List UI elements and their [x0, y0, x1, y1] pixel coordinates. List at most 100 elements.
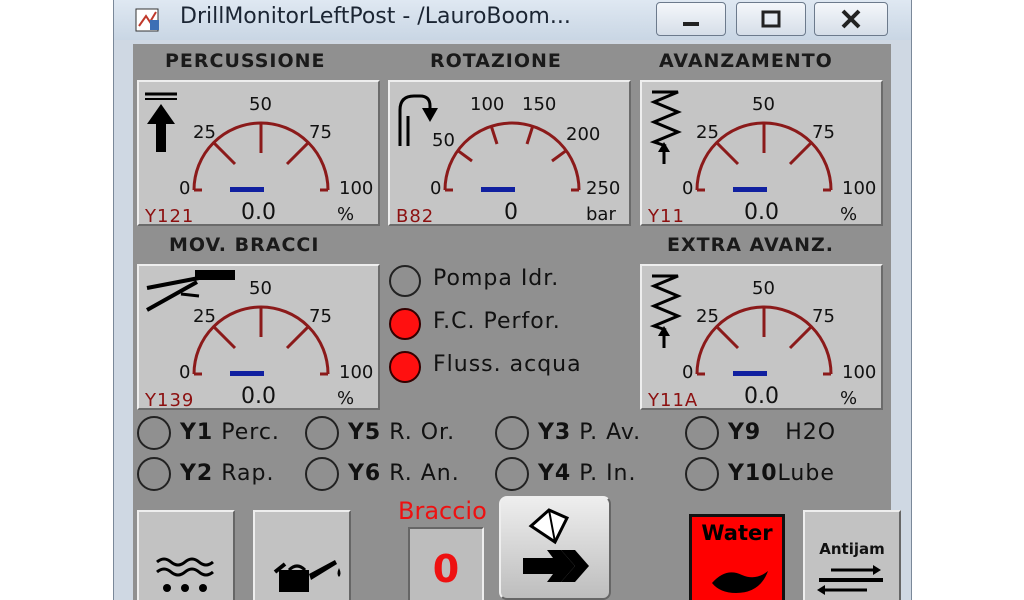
lubrication-button[interactable]	[253, 510, 351, 600]
braccio-display: 0	[408, 527, 484, 600]
percussione-tick-50: 50	[249, 94, 272, 115]
output-y4-label: P. In.	[571, 461, 637, 486]
extra-avanz-tick-0: 0	[682, 362, 694, 383]
extra-avanz-code: Y11A	[648, 390, 699, 411]
arrow-up-icon	[145, 92, 177, 152]
avanzamento-gauge: 0 25 50 75 100 Y11 0.0 %	[640, 80, 883, 227]
rotazione-tick-200: 200	[566, 124, 601, 145]
rotazione-title: ROTAZIONE	[430, 50, 562, 72]
restore-button[interactable]	[736, 2, 806, 36]
braccio-value: 0	[432, 547, 460, 591]
spring-feed-icon	[649, 90, 682, 164]
output-y9-code: Y9	[728, 420, 762, 445]
avanzamento-value: 0.0	[744, 200, 779, 225]
title-bar[interactable]: DrillMonitorLeftPost - /LauroBoom...	[114, 0, 911, 40]
output-y4-code: Y4	[538, 461, 572, 486]
output-y6-label: R. An.	[381, 461, 460, 486]
extra-avanz-value: 0.0	[744, 384, 779, 409]
oil-can-icon	[273, 560, 341, 592]
app-window: DrillMonitorLeftPost - /LauroBoom... PER…	[113, 0, 912, 600]
mov-bracci-title: MOV. BRACCI	[169, 234, 320, 256]
avanzamento-tick-50: 50	[752, 94, 775, 115]
avanzamento-unit: %	[840, 204, 858, 225]
percussione-tick-100: 100	[339, 178, 374, 199]
avanzamento-code: Y11	[648, 206, 685, 227]
output-y9-label: H2O	[761, 420, 837, 445]
percussione-code: Y121	[145, 206, 195, 227]
percussione-tick-0: 0	[179, 178, 191, 199]
restore-icon	[761, 10, 781, 28]
mov-bracci-code: Y139	[145, 390, 195, 411]
fc-perfor-led	[389, 308, 421, 340]
manual-button[interactable]	[499, 496, 611, 600]
output-y6-radio[interactable]	[305, 457, 339, 491]
mov-bracci-value: 0.0	[241, 384, 276, 409]
rotazione-value: 0	[504, 200, 518, 225]
water-button[interactable]: Water	[689, 514, 785, 600]
pompa-idr-label: Pompa Idr.	[433, 266, 560, 291]
avanzamento-tick-100: 100	[842, 178, 877, 199]
close-icon	[841, 9, 861, 29]
rotazione-tick-100: 100	[470, 94, 505, 115]
mov-bracci-tick-100: 100	[339, 362, 374, 383]
rotazione-gauge: 0 50 100 150 200 250 B82 0 bar	[388, 80, 631, 227]
mov-bracci-unit: %	[337, 388, 355, 409]
output-y6-code: Y6	[348, 461, 382, 486]
output-y1-code: Y1	[180, 420, 214, 445]
percussione-tick-75: 75	[309, 122, 332, 143]
rotazione-unit: bar	[586, 204, 616, 225]
output-y2-label: Rap.	[213, 461, 275, 486]
extra-avanz-tick-75: 75	[812, 306, 835, 327]
output-y1-radio[interactable]	[137, 416, 171, 450]
extra-avanz-title: EXTRA AVANZ.	[667, 234, 834, 256]
output-y5-code: Y5	[348, 420, 382, 445]
boom-icon	[146, 270, 235, 312]
pompa-idr-led	[389, 265, 421, 297]
close-button[interactable]	[814, 2, 888, 36]
output-y4-radio[interactable]	[495, 457, 529, 491]
percussione-unit: %	[337, 204, 355, 225]
mov-bracci-tick-0: 0	[179, 362, 191, 383]
extra-avanz-tick-50: 50	[752, 278, 775, 299]
output-y5-radio[interactable]	[305, 416, 339, 450]
minimize-button[interactable]	[656, 2, 726, 36]
antijam-button[interactable]: Antijam	[803, 510, 901, 600]
mov-bracci-tick-50: 50	[249, 278, 272, 299]
extra-avanz-gauge: 0 25 50 75 100 Y11A 0.0 %	[640, 264, 883, 411]
antijam-arrows-icon	[817, 565, 883, 595]
rotazione-tick-50: 50	[432, 130, 455, 151]
percussione-tick-25: 25	[193, 122, 216, 143]
rotazione-tick-0: 0	[430, 178, 442, 199]
water-drop-icon	[712, 565, 768, 593]
output-y9-radio[interactable]	[685, 416, 719, 450]
output-y2-radio[interactable]	[137, 457, 171, 491]
avanzamento-tick-75: 75	[812, 122, 835, 143]
mov-bracci-tick-75: 75	[309, 306, 332, 327]
output-y1-label: Perc.	[213, 420, 280, 445]
minimize-icon	[683, 22, 699, 26]
app-icon	[135, 8, 159, 32]
output-y2-code: Y2	[180, 461, 214, 486]
water-spray-button[interactable]	[137, 510, 235, 600]
extra-avanz-tick-100: 100	[842, 362, 877, 383]
rotazione-tick-250: 250	[586, 178, 621, 199]
fluss-acqua-label: Fluss. acqua	[433, 352, 582, 377]
rotazione-code: B82	[396, 206, 435, 227]
output-y10-radio[interactable]	[685, 457, 719, 491]
fc-perfor-label: F.C. Perfor.	[433, 309, 561, 334]
spring-feed-icon	[649, 274, 682, 348]
fluss-acqua-led	[389, 351, 421, 383]
percussione-value: 0.0	[241, 200, 276, 225]
monitor-panel: PERCUSSIONE ROTAZIONE AVANZAMENTO 0 25 5…	[133, 44, 901, 600]
output-y3-radio[interactable]	[495, 416, 529, 450]
output-y5-label: R. Or.	[381, 420, 456, 445]
mov-bracci-tick-25: 25	[193, 306, 216, 327]
rotazione-tick-150: 150	[522, 94, 557, 115]
output-y3-label: P. Av.	[571, 420, 642, 445]
avanzamento-tick-0: 0	[682, 178, 694, 199]
percussione-title: PERCUSSIONE	[165, 50, 326, 72]
mov-bracci-gauge: 0 25 50 75 100 Y139 0.0 %	[137, 264, 380, 411]
water-spray-icon	[156, 557, 214, 592]
percussione-gauge: 0 25 50 75 100 Y121 0.0 %	[137, 80, 380, 227]
output-y3-code: Y3	[538, 420, 572, 445]
